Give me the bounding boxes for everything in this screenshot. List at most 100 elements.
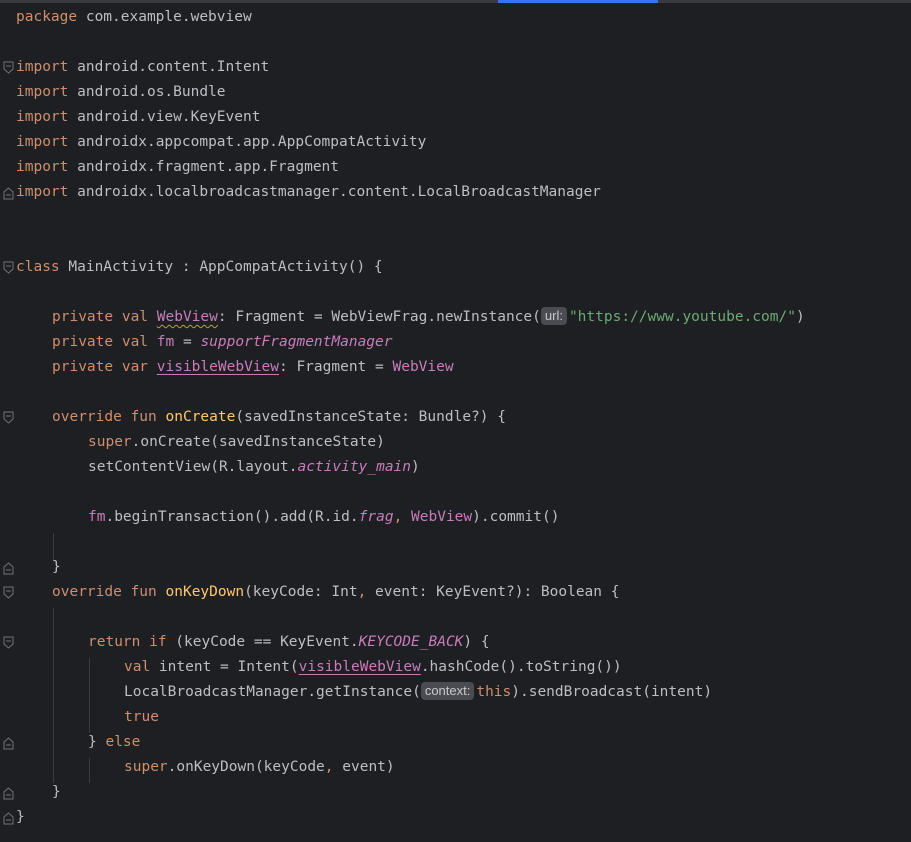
import-path: androidx.localbroadcastmanager.content.L… [68,184,601,200]
code-text: : Fragment = WebViewFrag.newInstance( [217,309,541,325]
keyword: private val [52,309,157,325]
parameter-hint: url: [540,307,567,325]
closing-brace: } [52,784,61,800]
code-line-import[interactable]: import android.os.Bundle [16,80,226,105]
code-text: ).commit() [472,509,560,525]
code-line[interactable]: val intent = Intent(visibleWebView.hashC… [124,655,622,680]
keyword: class [16,259,60,275]
code-line-import[interactable]: import android.content.Intent [16,55,269,80]
import-path: android.os.Bundle [68,84,226,100]
keyword: import [16,84,69,100]
code-line-import[interactable]: import android.view.KeyEvent [16,105,260,130]
code-line[interactable]: fm.beginTransaction().add(R.id.frag, Web… [88,505,559,530]
code-line[interactable]: } [52,555,61,580]
code-line-import[interactable]: import androidx.localbroadcastmanager.co… [16,180,601,205]
keyword: private val [52,334,157,350]
keyword: true [124,709,159,725]
code-text: ).sendBroadcast(intent) [511,684,713,700]
fold-end-icon[interactable] [3,561,14,575]
keyword: import [16,109,69,125]
property-name: fm [156,334,175,350]
code-line[interactable]: } [16,805,25,830]
keyword: package [16,9,78,25]
property-ref: WebView [392,359,454,375]
class-header: MainActivity : AppCompatActivity() { [59,259,383,275]
punctuation: , [324,759,343,775]
keyword: override fun [52,409,166,425]
fold-end-icon[interactable] [3,786,14,800]
keyword: private var [52,359,157,375]
string-literal: "https://www.youtube.com/" [568,309,796,325]
code-line-class[interactable]: class MainActivity : AppCompatActivity()… [16,255,383,280]
code-text: } [88,734,106,750]
code-line-import[interactable]: import androidx.fragment.app.Fragment [16,155,339,180]
code-line[interactable]: setContentView(R.layout.activity_main) [88,455,420,480]
fold-end-icon[interactable] [3,811,14,825]
code-text: (keyCode == KeyEvent. [166,634,359,650]
code-line[interactable]: super.onCreate(savedInstanceState) [88,430,385,455]
package-name: com.example.webview [77,9,252,25]
property-ref: supportFragmentManager [200,334,393,350]
property-ref: WebView [411,509,473,525]
property-ref: fm [88,509,106,525]
closing-brace: } [52,559,61,575]
code-text: .onCreate(savedInstanceState) [131,434,385,450]
resource-ref: frag [358,509,394,525]
keyword: import [16,159,69,175]
indent-guide [89,758,90,783]
code-line-package[interactable]: package com.example.webview [16,5,252,30]
property-ref: visibleWebView [298,659,421,675]
fold-start-icon[interactable] [3,411,14,425]
keyword: override fun [52,584,166,600]
code-text: ) [795,309,805,325]
keyword: this [476,684,512,700]
code-line-fun[interactable]: override fun onCreate(savedInstanceState… [52,405,506,430]
code-line[interactable]: } else [88,730,140,755]
punctuation: , [357,584,376,600]
parameter-hint: context: [420,682,475,700]
import-path: android.view.KeyEvent [68,109,261,125]
code-line[interactable]: } [52,780,61,805]
code-text: event) [342,759,395,775]
keyword: val [124,659,151,675]
keyword: return if [88,634,167,650]
import-path: androidx.fragment.app.Fragment [68,159,340,175]
fold-end-icon[interactable] [3,736,14,750]
code-text: = [174,334,201,350]
code-text: ) { [463,634,490,650]
code-line-import[interactable]: import androidx.appcompat.app.AppCompatA… [16,130,426,155]
code-editor[interactable]: package com.example.webview import andro… [0,3,911,842]
fold-start-icon[interactable] [3,261,14,275]
code-text: setContentView(R.layout. [88,459,298,475]
code-text: (keyCode: Int [244,584,358,600]
code-line-property[interactable]: private val WebView: Fragment = WebViewF… [52,305,805,330]
code-text: : Fragment = [278,359,393,375]
function-name: onCreate [165,409,236,425]
code-line-property[interactable]: private var visibleWebView: Fragment = W… [52,355,454,380]
code-line[interactable]: true [124,705,159,730]
code-text: .beginTransaction().add(R.id. [105,509,359,525]
constant-ref: KEYCODE_BACK [358,634,464,650]
code-line-fun[interactable]: override fun onKeyDown(keyCode: Int, eve… [52,580,619,605]
fold-end-icon[interactable] [3,186,14,200]
code-line-property[interactable]: private val fm = supportFragmentManager [52,330,393,355]
code-line[interactable]: LocalBroadcastManager.getInstance(contex… [124,680,712,705]
fold-start-icon[interactable] [3,636,14,650]
code-text: ) [411,459,420,475]
fold-start-icon[interactable] [3,586,14,600]
code-text: (savedInstanceState: Bundle?) { [235,409,506,425]
punctuation: , [393,509,412,525]
code-line[interactable]: return if (keyCode == KeyEvent.KEYCODE_B… [88,630,490,655]
code-text: .onKeyDown(keyCode [167,759,325,775]
code-text: intent = Intent( [150,659,299,675]
fold-start-icon[interactable] [3,61,14,75]
resource-ref: activity_main [297,459,412,475]
keyword: else [105,734,141,750]
keyword: import [16,59,69,75]
code-line[interactable]: super.onKeyDown(keyCode, event) [124,755,395,780]
indent-guide [89,658,90,733]
code-text: LocalBroadcastManager.getInstance( [124,684,421,700]
property-name: WebView [156,309,218,325]
closing-brace: } [16,809,25,825]
property-name: visibleWebView [156,359,279,375]
